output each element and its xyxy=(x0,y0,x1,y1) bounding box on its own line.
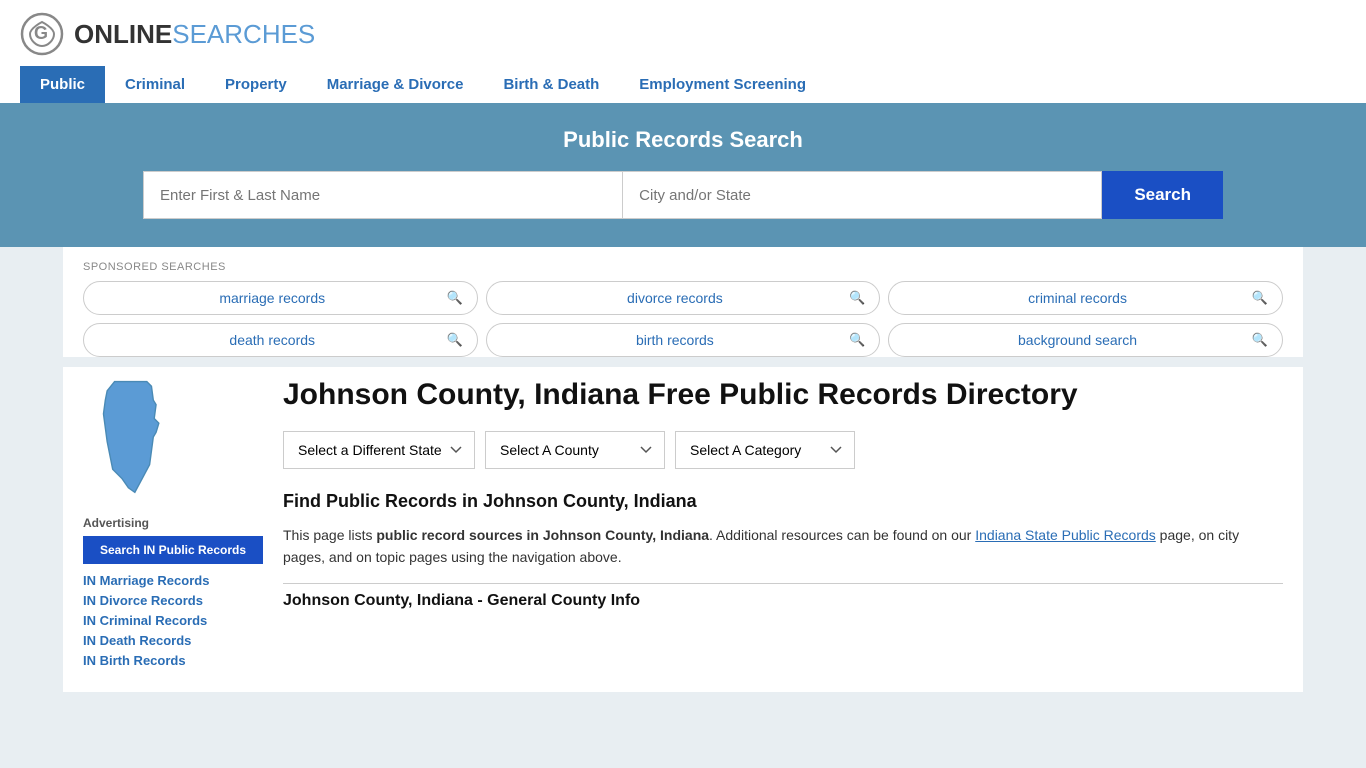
nav-birth-death[interactable]: Birth & Death xyxy=(483,66,619,103)
logo-searches: SEARCHES xyxy=(172,19,315,50)
page-title: Johnson County, Indiana Free Public Reco… xyxy=(283,377,1283,413)
nav-employment[interactable]: Employment Screening xyxy=(619,66,826,103)
sidebar: Advertising Search IN Public Records IN … xyxy=(83,367,283,672)
sidebar-links: IN Marriage Records IN Divorce Records I… xyxy=(83,572,263,668)
search-icon-2: 🔍 xyxy=(849,290,865,306)
logo-text: ONLINE SEARCHES xyxy=(74,19,315,50)
main-nav: Public Criminal Property Marriage & Divo… xyxy=(20,66,1346,103)
sponsored-background-label: background search xyxy=(903,332,1251,348)
sidebar-death-link[interactable]: IN Death Records xyxy=(83,633,191,648)
sidebar-link-item: IN Death Records xyxy=(83,632,263,648)
logo-icon: G xyxy=(20,12,64,56)
sponsored-marriage[interactable]: marriage records 🔍 xyxy=(83,281,478,315)
desc-part2: . Additional resources can be found on o… xyxy=(709,527,975,543)
sponsored-death-label: death records xyxy=(98,332,446,348)
state-select[interactable]: Select a Different State xyxy=(283,431,475,469)
sponsored-background[interactable]: background search 🔍 xyxy=(888,323,1283,357)
search-icon-5: 🔍 xyxy=(849,332,865,348)
sidebar-link-item: IN Birth Records xyxy=(83,652,263,668)
sponsored-birth[interactable]: birth records 🔍 xyxy=(486,323,881,357)
sponsored-divorce-label: divorce records xyxy=(501,290,849,306)
nav-criminal[interactable]: Criminal xyxy=(105,66,205,103)
search-banner: Public Records Search Search xyxy=(0,103,1366,247)
sidebar-marriage-link[interactable]: IN Marriage Records xyxy=(83,573,209,588)
sponsored-criminal-label: criminal records xyxy=(903,290,1251,306)
sponsored-grid: marriage records 🔍 divorce records 🔍 cri… xyxy=(83,281,1283,357)
logo-area: G ONLINE SEARCHES xyxy=(20,12,1346,56)
nav-public[interactable]: Public xyxy=(20,66,105,103)
sidebar-criminal-link[interactable]: IN Criminal Records xyxy=(83,613,207,628)
sponsored-label: SPONSORED SEARCHES xyxy=(83,261,1283,273)
logo-online: ONLINE xyxy=(74,19,172,50)
sponsored-section: SPONSORED SEARCHES marriage records 🔍 di… xyxy=(63,247,1303,357)
svg-text:G: G xyxy=(34,23,48,43)
desc-bold: public record sources in Johnson County,… xyxy=(376,527,709,543)
search-form: Search xyxy=(143,171,1223,219)
name-input[interactable] xyxy=(143,171,622,219)
desc-part1: This page lists xyxy=(283,527,376,543)
sidebar-link-item: IN Divorce Records xyxy=(83,592,263,608)
category-select[interactable]: Select A Category xyxy=(675,431,855,469)
content-area: Advertising Search IN Public Records IN … xyxy=(63,367,1303,692)
nav-marriage-divorce[interactable]: Marriage & Divorce xyxy=(307,66,484,103)
nav-property[interactable]: Property xyxy=(205,66,307,103)
sidebar-divorce-link[interactable]: IN Divorce Records xyxy=(83,593,203,608)
description-text: This page lists public record sources in… xyxy=(283,524,1283,569)
sponsored-marriage-label: marriage records xyxy=(98,290,446,306)
main-content: Johnson County, Indiana Free Public Reco… xyxy=(283,367,1283,672)
sponsored-divorce[interactable]: divorce records 🔍 xyxy=(486,281,881,315)
state-map xyxy=(83,377,263,500)
sidebar-ad-label: Advertising xyxy=(83,516,263,530)
county-select[interactable]: Select A County xyxy=(485,431,665,469)
dropdowns-row: Select a Different State Select A County… xyxy=(283,431,1283,469)
county-info-title: Johnson County, Indiana - General County… xyxy=(283,592,1283,610)
desc-link[interactable]: Indiana State Public Records xyxy=(975,527,1156,543)
search-icon-6: 🔍 xyxy=(1252,332,1268,348)
sidebar-birth-link[interactable]: IN Birth Records xyxy=(83,653,186,668)
search-banner-title: Public Records Search xyxy=(20,127,1346,153)
search-icon-3: 🔍 xyxy=(1252,290,1268,306)
search-icon-1: 🔍 xyxy=(446,290,462,306)
location-input[interactable] xyxy=(622,171,1102,219)
sponsored-death[interactable]: death records 🔍 xyxy=(83,323,478,357)
sidebar-link-item: IN Marriage Records xyxy=(83,572,263,588)
sponsored-criminal[interactable]: criminal records 🔍 xyxy=(888,281,1283,315)
search-button[interactable]: Search xyxy=(1102,171,1223,219)
sponsored-birth-label: birth records xyxy=(501,332,849,348)
sidebar-ad-button[interactable]: Search IN Public Records xyxy=(83,536,263,564)
indiana-map-svg xyxy=(83,377,183,497)
header: G ONLINE SEARCHES Public Criminal Proper… xyxy=(0,0,1366,103)
section-divider xyxy=(283,583,1283,584)
sidebar-link-item: IN Criminal Records xyxy=(83,612,263,628)
search-icon-4: 🔍 xyxy=(446,332,462,348)
find-records-title: Find Public Records in Johnson County, I… xyxy=(283,491,1283,512)
